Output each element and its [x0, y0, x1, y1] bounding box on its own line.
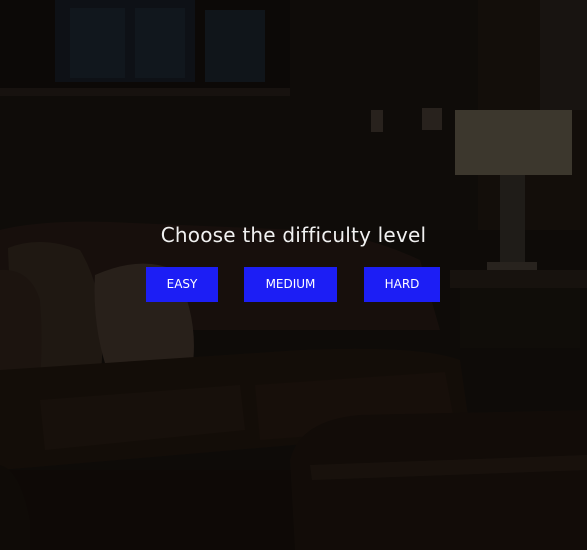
- hard-button[interactable]: HARD: [364, 267, 440, 302]
- menu-title: Choose the difficulty level: [160, 223, 427, 247]
- game-screen: Choose the difficulty level EASY MEDIUM …: [0, 0, 587, 550]
- difficulty-menu: Choose the difficulty level EASY MEDIUM …: [0, 222, 587, 302]
- medium-button[interactable]: MEDIUM: [244, 267, 337, 302]
- easy-button[interactable]: EASY: [146, 267, 218, 302]
